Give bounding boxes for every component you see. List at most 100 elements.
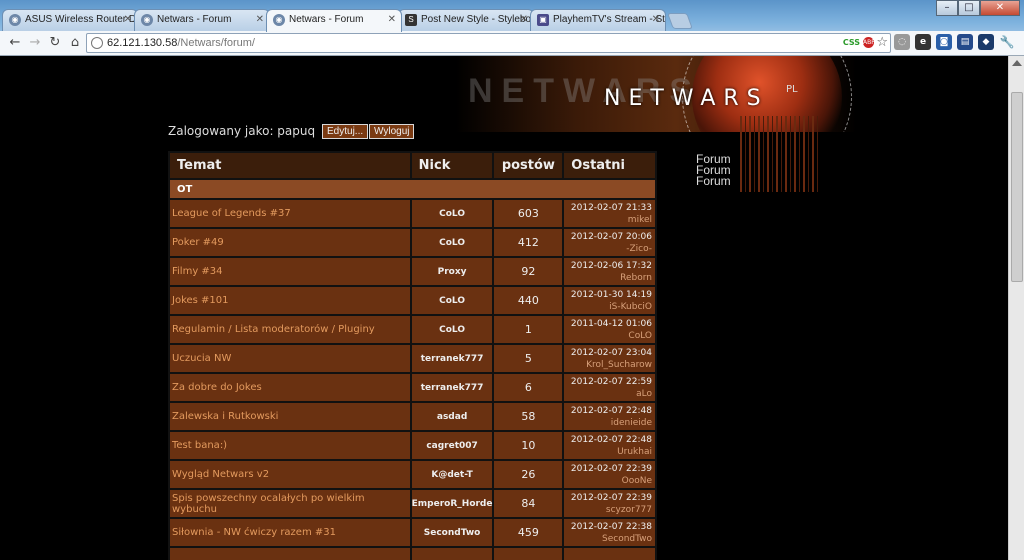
topic-link[interactable]: Jokes #101 (168, 285, 412, 316)
table-row: Spis powszechny ocalałych po wielkim wyb… (168, 488, 657, 519)
topic-link[interactable]: Uczucia NW (168, 343, 412, 374)
topic-link[interactable]: Siłownia - NW ćwiczy razem #31 (168, 517, 412, 548)
scrollbar-thumb[interactable] (1011, 92, 1023, 282)
tab-title: Netwars - Forum (289, 14, 364, 25)
table-row: Poker #49 CoLO 412 2012-02-07 20:06 -Zico- (168, 227, 657, 258)
last-post: 2011-04-12 01:06 CoLO (562, 314, 657, 345)
topic-link[interactable] (168, 546, 412, 560)
author-nick[interactable]: terranek777 (409, 372, 495, 403)
author-nick[interactable]: Proxy (409, 256, 495, 287)
minimize-button[interactable]: – (936, 0, 958, 16)
back-button[interactable]: ← (6, 35, 24, 51)
author-nick[interactable]: terranek777 (409, 343, 495, 374)
vertical-scrollbar[interactable] (1008, 56, 1024, 560)
forward-button[interactable]: → (26, 35, 44, 51)
topic-link[interactable]: Regulamin / Lista moderatorów / Pluginy (168, 314, 412, 345)
topic-link[interactable]: Test bana:) (168, 430, 412, 461)
last-post-date: 2011-04-12 01:06 (570, 318, 652, 329)
adblock-icon[interactable]: ABP (863, 37, 875, 48)
last-post-user[interactable]: Urukhai (564, 446, 652, 458)
author-nick[interactable]: CoLO (409, 314, 495, 345)
css-badge[interactable]: CSS (843, 38, 860, 47)
close-icon[interactable]: ✕ (652, 14, 660, 25)
topic-link[interactable]: Zalewska i Rutkowski (168, 401, 412, 432)
tab-netwars-1[interactable]: ◉ Netwars - Forum ✕ (134, 9, 270, 31)
wrench-icon[interactable]: 🔧 (999, 34, 1015, 50)
tab-stylebot[interactable]: S Post New Style - Stylebot Sty ✕ (398, 9, 534, 31)
extension-diamond-icon[interactable]: ◆ (978, 34, 994, 50)
extension-camera-icon[interactable]: ◙ (936, 34, 952, 50)
author-nick[interactable]: CoLO (409, 198, 495, 229)
tab-asus[interactable]: ◉ ASUS Wireless Router DSL-N ✕ (2, 9, 138, 31)
author-nick[interactable]: K@det-T (409, 459, 495, 490)
side-nav: Forum Forum Forum (696, 153, 731, 187)
last-post-user[interactable]: OooNe (564, 475, 652, 487)
extension-icons: ◌ e ◙ ▤ ◆ 🔧 (894, 34, 1015, 50)
last-post-user[interactable]: idenieide (564, 417, 652, 429)
author-nick[interactable]: CoLO (409, 227, 495, 258)
post-count: 1 (492, 314, 565, 345)
close-window-button[interactable]: ✕ (980, 0, 1020, 16)
extension-e-icon[interactable]: e (915, 34, 931, 50)
bookmark-star-icon[interactable]: ☆ (876, 35, 888, 50)
extension-globe-icon[interactable]: ◌ (894, 34, 910, 50)
last-post-user[interactable]: aLo (564, 388, 652, 400)
tab-title: Netwars - Forum (157, 14, 232, 25)
topic-link[interactable]: Za dobre do Jokes (168, 372, 412, 403)
last-post-user[interactable]: iS-KubciO (564, 301, 652, 313)
last-post: 2012-02-07 22:38 SecondTwo (562, 517, 657, 548)
last-post-user[interactable]: mikel (564, 214, 652, 226)
tab-strip: ◉ ASUS Wireless Router DSL-N ✕ ◉ Netwars… (2, 9, 693, 32)
logout-button[interactable]: Wyloguj (369, 124, 415, 139)
page-info-icon[interactable] (91, 37, 103, 49)
last-post-user[interactable]: -Zico- (564, 243, 652, 255)
close-icon[interactable]: ✕ (388, 14, 396, 25)
last-post-user[interactable]: Reborn (564, 272, 652, 284)
home-button[interactable]: ⌂ (66, 35, 84, 51)
close-icon[interactable]: ✕ (520, 14, 528, 25)
last-post: 2012-02-07 20:06 -Zico- (562, 227, 657, 258)
table-row: Zalewska i Rutkowski asdad 58 2012-02-07 22… (168, 401, 657, 432)
tab-title: ASUS Wireless Router DSL-N (25, 14, 137, 25)
tab-stream[interactable]: ▣ PlayhemTV's Stream - Starc ✕ (530, 9, 666, 31)
side-link-forum[interactable]: Forum (696, 175, 731, 187)
scroll-up-arrow[interactable] (1012, 60, 1022, 66)
maximize-button[interactable]: □ (958, 0, 980, 16)
extension-window-icon[interactable]: ▤ (957, 34, 973, 50)
globe-icon: ◉ (141, 14, 153, 26)
topic-link[interactable]: Spis powszechny ocalałych po wielkim wyb… (168, 488, 412, 519)
close-icon[interactable]: ✕ (124, 14, 132, 25)
last-post: 2012-02-07 22:39 scyzor777 (562, 488, 657, 519)
author-nick[interactable]: SecondTwo (409, 517, 495, 548)
post-count (492, 546, 565, 560)
post-count: 459 (492, 517, 565, 548)
last-post: 2012-02-07 21:33 mikel (562, 198, 657, 229)
author-nick[interactable]: EmperoR_Horde (409, 488, 495, 519)
last-post-date: 2012-02-07 22:39 (570, 463, 652, 474)
post-count: 412 (492, 227, 565, 258)
last-post-user[interactable]: SecondTwo (564, 533, 652, 545)
last-post-date: 2012-01-30 14:19 (570, 289, 652, 300)
last-post-user[interactable]: scyzor777 (564, 504, 652, 516)
new-tab-button[interactable] (667, 13, 693, 29)
topic-link[interactable]: Poker #49 (168, 227, 412, 258)
twitch-icon: ▣ (537, 14, 549, 26)
close-icon[interactable]: ✕ (256, 14, 264, 25)
author-nick[interactable]: cagret007 (409, 430, 495, 461)
last-post-user[interactable]: Krol_Sucharow (564, 359, 652, 371)
author-nick[interactable]: CoLO (409, 285, 495, 316)
address-bar[interactable]: 62.121.130.58/Netwars/forum/ CSS ABP ☆ (86, 33, 891, 53)
tab-netwars-active[interactable]: ◉ Netwars - Forum ✕ (266, 9, 402, 32)
topic-link[interactable]: League of Legends #37 (168, 198, 412, 229)
post-count: 26 (492, 459, 565, 490)
last-post-user[interactable]: CoLO (564, 330, 652, 342)
edit-profile-button[interactable]: Edytuj... (322, 124, 369, 139)
topic-link[interactable]: Filmy #34 (168, 256, 412, 287)
topic-link[interactable]: Wygląd Netwars v2 (168, 459, 412, 490)
table-row (168, 546, 657, 560)
banner-stripes (740, 116, 820, 192)
author-nick[interactable] (409, 546, 495, 560)
author-nick[interactable]: asdad (409, 401, 495, 432)
last-post: 2012-02-07 22:48 idenieide (562, 401, 657, 432)
reload-button[interactable]: ↻ (46, 35, 64, 51)
